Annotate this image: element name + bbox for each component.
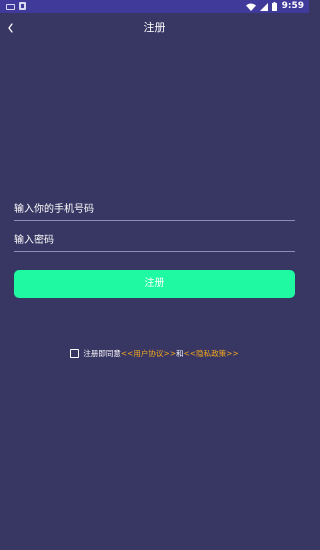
privacy-policy-link[interactable]: <<隐私政策>> bbox=[184, 348, 239, 359]
status-bar: 9:59 bbox=[0, 0, 309, 13]
user-agreement-link[interactable]: <<用户协议>> bbox=[121, 348, 176, 359]
battery-icon bbox=[271, 2, 277, 11]
status-time: 9:59 bbox=[281, 1, 304, 11]
notification-icon bbox=[6, 4, 15, 10]
wifi-icon bbox=[245, 3, 256, 11]
password-input[interactable] bbox=[14, 230, 295, 252]
page-title: 注册 bbox=[143, 21, 166, 34]
signal-icon bbox=[259, 2, 268, 11]
agreement-row: 注册即同意 <<用户协议>> 和 <<隐私政策>> bbox=[0, 346, 309, 360]
agreement-conjunction: 和 bbox=[176, 348, 184, 358]
app-notification-icon bbox=[19, 2, 26, 10]
agreement-prefix: 注册即同意 bbox=[83, 348, 121, 358]
register-button[interactable]: 注册 bbox=[14, 270, 295, 298]
status-right-icons: 9:59 bbox=[245, 0, 304, 13]
phone-number-input[interactable] bbox=[14, 199, 295, 221]
agree-checkbox[interactable] bbox=[70, 348, 80, 358]
header: 注册 bbox=[0, 13, 309, 43]
status-left-icons bbox=[6, 2, 26, 10]
